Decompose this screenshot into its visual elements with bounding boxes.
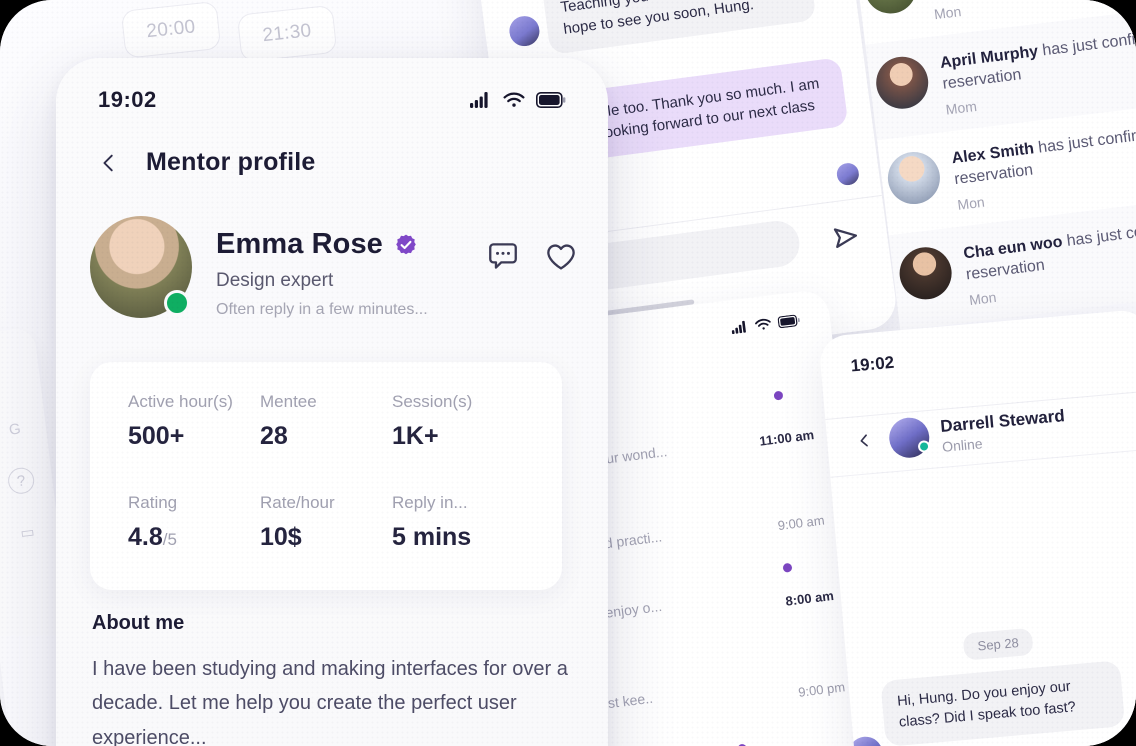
date-separator: Sep 28 <box>962 627 1034 661</box>
stat-value: 500+ <box>128 422 185 450</box>
chat-bubble-incoming: ...nk you for this wonderful class. Teac… <box>539 0 817 55</box>
battery-icon <box>777 314 800 329</box>
status-bar-icons <box>731 314 801 335</box>
stat-value: 10$ <box>260 523 302 551</box>
signal-icon <box>731 320 746 335</box>
stat-item: Rating 4.8/5 <box>128 493 260 560</box>
stat-label: Rating <box>128 493 178 512</box>
unread-dot <box>782 562 793 573</box>
about-me-body: I have been studying and making interfac… <box>92 658 568 746</box>
contact-name: Darrell Steward <box>939 406 1066 436</box>
stat-item: Session(s) 1K+ <box>392 392 524 459</box>
chevron-left-icon[interactable] <box>98 152 120 174</box>
message-bubble-icon[interactable] <box>486 240 520 274</box>
wifi-icon <box>503 92 525 107</box>
mentor-role: Design expert <box>216 270 334 291</box>
stat-item: Mentee 28 <box>260 392 392 459</box>
send-plane-icon[interactable] <box>829 220 863 254</box>
mentor-identity: Emma Rose Design expert Often reply in a… <box>216 216 486 319</box>
mentor-stats-card: Active hour(s) 500+ Mentee 28 Session(s)… <box>90 362 562 590</box>
mentor-name-row: Emma Rose <box>216 228 486 261</box>
avatar <box>873 53 932 112</box>
darrell-chat-screen: 19:02 Darrell Steward Online Sep 28 Hi, … <box>818 308 1136 746</box>
message-row[interactable]: Just kee.. 9:00 pm <box>592 660 859 713</box>
mentor-profile-phone: 19:02 Mentor profile Emma Rose Design ex… <box>56 58 608 746</box>
verified-badge-icon <box>396 234 416 254</box>
g-letter-icon: G <box>7 419 22 439</box>
chevron-left-icon[interactable] <box>855 431 875 451</box>
contact-status: Online <box>941 435 984 455</box>
avatar <box>505 12 544 51</box>
status-bar-icons <box>470 92 566 108</box>
stat-label: Reply in... <box>392 493 468 512</box>
about-me-title: About me <box>92 612 185 634</box>
battery-icon <box>536 92 566 108</box>
chat-bubble-outgoing: Me too. Thank you so much. I am looking … <box>579 57 849 160</box>
time-chip[interactable]: 21:30 <box>236 4 338 63</box>
stat-value: 28 <box>260 422 288 450</box>
unread-dot <box>773 390 784 401</box>
stat-label: Mentee <box>260 392 317 411</box>
status-bar: 19:02 <box>56 82 608 118</box>
online-indicator <box>917 439 931 453</box>
message-row[interactable]: ...s ... and practi... 9:00 am <box>570 485 839 555</box>
heart-outline-icon[interactable] <box>544 240 578 274</box>
stat-label: Session(s) <box>392 392 473 411</box>
page-title: Mentor profile <box>146 148 316 176</box>
document-icon: ▭ <box>19 523 36 543</box>
online-indicator <box>164 290 190 316</box>
mentor-name: Emma Rose <box>216 228 383 260</box>
avatar <box>896 244 955 303</box>
avatar <box>861 0 920 17</box>
help-circle-icon[interactable]: ? <box>6 466 36 496</box>
stat-value: 5 mins <box>392 523 472 551</box>
status-bar-clock: 19:02 <box>98 87 157 112</box>
mentor-actions <box>486 216 578 274</box>
stat-item: Rate/hour 10$ <box>260 493 392 560</box>
avatar <box>887 416 931 460</box>
message-row[interactable]: ...u enjoy o... 8:00 am <box>581 562 848 624</box>
app-screenshot-canvas: G ? ▭ 20:00 21:30 18:00 ...nk you for th… <box>0 0 1136 746</box>
signal-icon <box>470 92 488 108</box>
status-bar-clock: 19:02 <box>849 352 895 376</box>
chat-bubble-incoming: Hi, Hung. Do you enjoy our class? Did I … <box>880 660 1126 746</box>
time-chip[interactable]: 20:00 <box>120 0 222 59</box>
avatar[interactable] <box>90 216 192 318</box>
wifi-icon <box>755 318 771 330</box>
avatar <box>833 159 863 189</box>
mentor-reply-note: Often reply in a few minutes... <box>216 301 428 318</box>
stat-value: 1K+ <box>392 422 439 450</box>
stat-label: Active hour(s) <box>128 392 233 411</box>
divider <box>830 447 1136 478</box>
stat-value: 4.8/5 <box>128 523 177 551</box>
nav-header: Mentor profile <box>98 148 315 177</box>
mentor-profile-header: Emma Rose Design expert Often reply in a… <box>90 216 578 319</box>
avatar <box>884 149 943 208</box>
stat-label: Rate/hour <box>260 493 335 512</box>
stat-item: Active hour(s) 500+ <box>128 392 260 459</box>
stat-item: Reply in... 5 mins <box>392 493 524 560</box>
